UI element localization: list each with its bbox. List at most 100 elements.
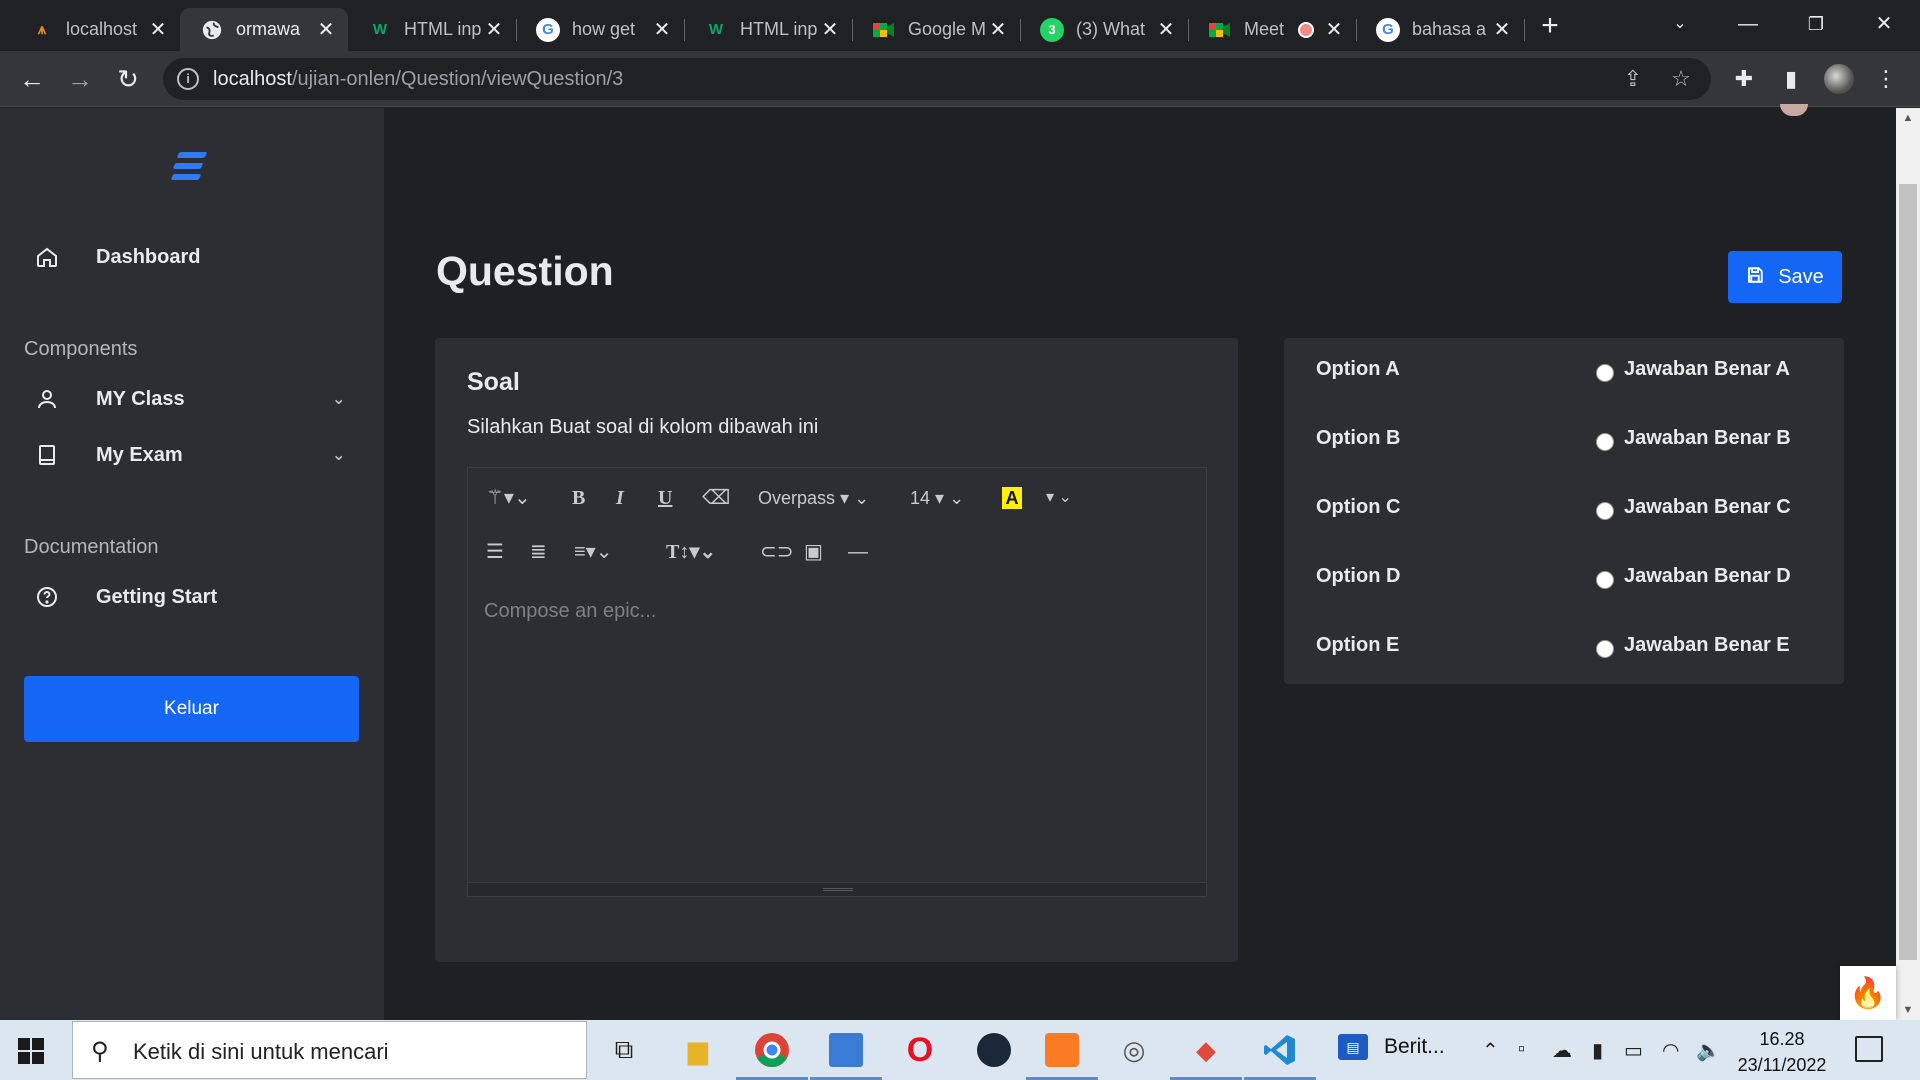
image-icon[interactable]: ▣ <box>804 538 823 566</box>
close-tab-icon[interactable]: ✕ <box>1154 17 1178 42</box>
scroll-down-arrow-icon[interactable]: ▼ <box>1896 1000 1920 1020</box>
windows-start-icon[interactable] <box>18 1038 44 1064</box>
ordered-list-icon[interactable]: ≣ <box>530 538 547 566</box>
paragraph-align-icon[interactable]: ≡▾⌄ <box>574 538 612 566</box>
eraser-icon[interactable]: ⌫ <box>702 484 730 512</box>
site-info-icon[interactable]: i <box>177 68 199 90</box>
editor-placeholder[interactable]: Compose an epic... <box>484 600 656 623</box>
chrome-taskbar-icon[interactable] <box>750 1028 794 1072</box>
xampp-taskbar-icon[interactable] <box>1040 1028 1084 1072</box>
line-height-icon[interactable]: T↕▾⌄ <box>666 538 716 566</box>
correct-answer-radio[interactable] <box>1596 502 1614 520</box>
git-app-icon[interactable]: ◆ <box>1184 1028 1228 1072</box>
correct-answer-radio[interactable] <box>1596 640 1614 658</box>
microphone-icon[interactable]: ▮ <box>1592 1038 1603 1063</box>
browser-tab-active[interactable]: ormawa ✕ <box>180 8 348 51</box>
volume-icon[interactable]: 🔈 <box>1696 1038 1721 1063</box>
page-scrollbar[interactable]: ▲ ▼ <box>1896 108 1920 1020</box>
opera-icon[interactable]: O <box>898 1028 942 1072</box>
codeigniter-debug-icon[interactable]: 🔥 <box>1840 966 1896 1020</box>
close-tab-icon[interactable]: ✕ <box>146 17 170 42</box>
font-family-dropdown[interactable]: Overpass ▾ ⌄ <box>758 484 869 512</box>
close-tab-icon[interactable]: ✕ <box>314 17 338 42</box>
task-view-icon[interactable]: ⧉ <box>602 1028 646 1072</box>
scrollbar-thumb[interactable] <box>1899 184 1917 960</box>
browser-tab[interactable]: Google M ✕ <box>852 8 1020 51</box>
color-dropdown-icon[interactable]: ▾ ⌄ <box>1046 484 1072 512</box>
bookmark-star-icon[interactable]: ☆ <box>1668 66 1694 92</box>
steam-icon[interactable] <box>972 1028 1016 1072</box>
correct-answer-label[interactable]: Jawaban Benar A <box>1624 358 1790 381</box>
sidebar-item-getting-start[interactable]: Getting Start <box>32 582 217 612</box>
magic-wand-style-icon[interactable]: ⚚▾⌄ <box>486 484 531 512</box>
browser-tab[interactable]: G bahasa a ✕ <box>1356 8 1524 51</box>
reload-button[interactable]: ↻ <box>110 61 146 97</box>
profile-avatar[interactable] <box>1824 64 1854 94</box>
logout-button[interactable]: Keluar <box>24 676 359 742</box>
correct-answer-radio[interactable] <box>1596 571 1614 589</box>
system-clock[interactable]: 16.28 23/11/2022 <box>1736 1026 1828 1078</box>
horizontal-rule-icon[interactable]: — <box>848 538 868 566</box>
browser-tab[interactable]: 3 (3) What ✕ <box>1020 8 1188 51</box>
close-window-button[interactable]: ✕ <box>1864 6 1904 42</box>
italic-icon[interactable]: I <box>616 484 624 512</box>
onedrive-cloud-icon[interactable]: ☁ <box>1552 1038 1572 1063</box>
file-explorer-icon[interactable]: ▆ <box>676 1028 720 1072</box>
sidebar-item-dashboard[interactable]: Dashboard <box>32 242 200 272</box>
tab-search-chevron-icon[interactable]: ⌄ <box>1660 6 1700 42</box>
browser-tab[interactable]: W HTML inp ✕ <box>684 8 852 51</box>
scroll-up-arrow-icon[interactable]: ▲ <box>1896 108 1920 128</box>
vpn-app-icon[interactable] <box>824 1028 868 1072</box>
bold-icon[interactable]: B <box>572 484 585 512</box>
meet-now-icon[interactable]: ▫ <box>1518 1038 1525 1061</box>
app-logo[interactable] <box>172 146 212 186</box>
chevron-down-icon: ⌄ <box>332 445 345 465</box>
share-icon[interactable]: ⇪ <box>1620 66 1646 92</box>
news-widget[interactable]: ▤ Berit... <box>1338 1034 1445 1060</box>
hotspot-icon[interactable]: ◎ <box>1112 1028 1156 1072</box>
browser-tab[interactable]: ⩚ localhost ✕ <box>10 8 180 51</box>
unordered-list-icon[interactable]: ☰ <box>486 538 504 566</box>
correct-answer-label[interactable]: Jawaban Benar E <box>1624 634 1790 657</box>
sidebar-item-my-exam[interactable]: My Exam ⌄ <box>32 440 183 470</box>
new-tab-button[interactable]: + <box>1536 8 1564 44</box>
close-tab-icon[interactable]: ✕ <box>1490 17 1514 42</box>
minimize-button[interactable]: — <box>1728 6 1768 42</box>
link-icon[interactable]: ⊂⊃ <box>760 538 794 566</box>
close-tab-icon[interactable]: ✕ <box>482 17 506 42</box>
editor-resize-bar[interactable] <box>468 882 1206 896</box>
correct-answer-label[interactable]: Jawaban Benar D <box>1624 565 1791 588</box>
close-tab-icon[interactable]: ✕ <box>1322 17 1346 42</box>
close-tab-icon[interactable]: ✕ <box>818 17 842 42</box>
battery-icon[interactable]: ▭ <box>1624 1038 1643 1063</box>
chrome-menu-icon[interactable]: ⋮ <box>1872 65 1900 93</box>
browser-tab[interactable]: G how get ✕ <box>516 8 684 51</box>
side-panel-icon[interactable]: ▮ <box>1777 65 1805 93</box>
correct-answer-radio[interactable] <box>1596 364 1614 382</box>
correct-answer-label[interactable]: Jawaban Benar B <box>1624 427 1791 450</box>
underline-icon[interactable]: U <box>658 484 672 512</box>
help-circle-icon <box>32 582 62 612</box>
extensions-icon[interactable]: ✚ <box>1730 65 1758 93</box>
close-tab-icon[interactable]: ✕ <box>986 17 1010 42</box>
browser-toolbar: ← → ↻ i localhost/ujian-onlen/Question/v… <box>0 51 1920 107</box>
show-hidden-icons-chevron-icon[interactable]: ⌃ <box>1482 1038 1499 1063</box>
wifi-icon[interactable]: ◠ <box>1662 1038 1679 1063</box>
back-button[interactable]: ← <box>14 61 50 97</box>
highlight-color-button[interactable]: A <box>1002 484 1022 512</box>
browser-tab[interactable]: Meet ✕ <box>1188 8 1356 51</box>
browser-tab[interactable]: W HTML inp ✕ <box>348 8 516 51</box>
save-button[interactable]: Save <box>1728 251 1842 303</box>
restore-button[interactable]: ❐ <box>1796 6 1836 42</box>
xampp-icon: ⩚ <box>30 18 54 42</box>
correct-answer-radio[interactable] <box>1596 433 1614 451</box>
address-bar[interactable]: i localhost/ujian-onlen/Question/viewQue… <box>163 58 1711 100</box>
sidebar-item-my-class[interactable]: MY Class ⌄ <box>32 384 185 414</box>
close-tab-icon[interactable]: ✕ <box>650 17 674 42</box>
taskbar-search-input[interactable]: ⚲ Ketik di sini untuk mencari <box>72 1021 587 1079</box>
forward-button[interactable]: → <box>62 61 98 97</box>
vscode-icon[interactable] <box>1258 1028 1302 1072</box>
correct-answer-label[interactable]: Jawaban Benar C <box>1624 496 1791 519</box>
notification-center-icon[interactable] <box>1855 1036 1883 1062</box>
font-size-dropdown[interactable]: 14 ▾ ⌄ <box>910 484 964 512</box>
